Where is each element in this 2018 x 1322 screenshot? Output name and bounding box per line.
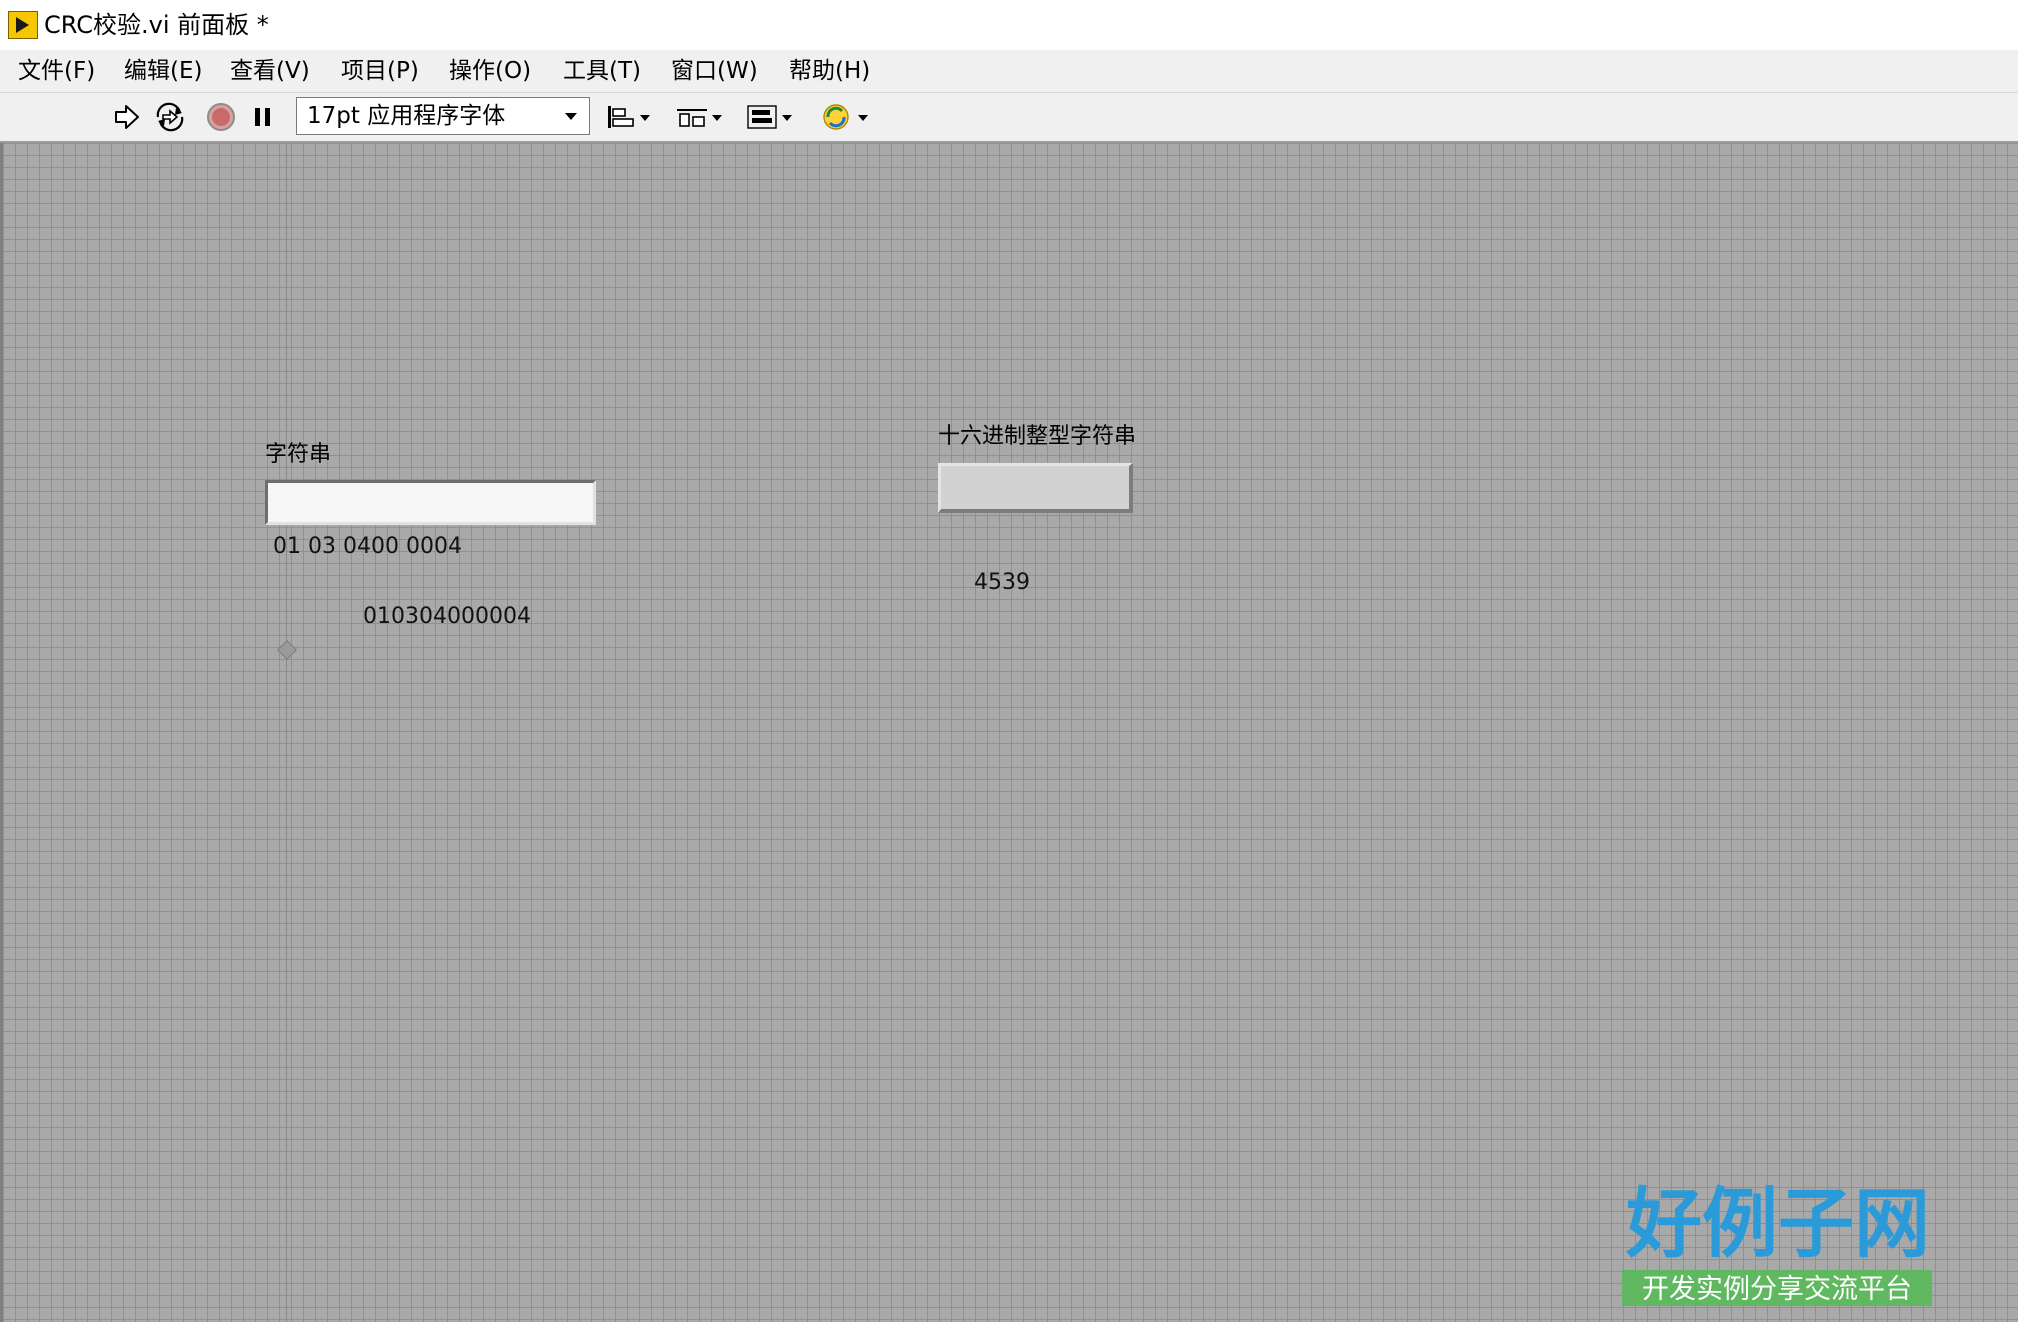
svg-text:好例子网: 好例子网	[1625, 1179, 1930, 1268]
menu-project[interactable]: 项目(P)	[341, 56, 419, 86]
reorder-icon[interactable]	[818, 101, 872, 133]
string-control-input[interactable]	[265, 480, 596, 525]
menu-window[interactable]: 窗口(W)	[671, 56, 758, 86]
menu-operate[interactable]: 操作(O)	[449, 56, 531, 86]
distribute-objects-icon[interactable]	[674, 101, 726, 133]
haolizi-watermark-logo: 好例子网 开发实例分享交流平台	[1608, 1178, 1958, 1308]
menu-file[interactable]: 文件(F)	[18, 56, 95, 86]
free-label: 4539	[974, 570, 1030, 595]
menu-tools[interactable]: 工具(T)	[563, 56, 641, 86]
labview-vi-icon	[8, 11, 38, 39]
title-bar: CRC校验.vi 前面板 *	[0, 0, 2018, 50]
free-label: 01 03 0400 0004	[273, 534, 462, 559]
free-label: 010304000004	[363, 604, 531, 629]
front-panel[interactable]: 字符串 01 03 0400 0004 010304000004 十六进制整型字…	[0, 143, 2018, 1322]
panel-origin-marker	[277, 640, 297, 660]
hex-string-indicator	[938, 463, 1133, 513]
menu-edit[interactable]: 编辑(E)	[124, 56, 202, 86]
abort-execution-icon[interactable]	[205, 101, 237, 133]
panel-origin-line	[286, 143, 287, 1322]
run-continuously-icon[interactable]	[152, 101, 188, 133]
chevron-down-icon	[565, 113, 577, 120]
svg-text:开发实例分享交流平台: 开发实例分享交流平台	[1642, 1274, 1912, 1305]
menu-bar: 文件(F) 编辑(E) 查看(V) 项目(P) 操作(O) 工具(T) 窗口(W…	[0, 50, 2018, 93]
toolbar: 17pt 应用程序字体	[0, 93, 2018, 143]
run-arrow-icon[interactable]	[112, 101, 142, 133]
window-title: CRC校验.vi 前面板 *	[44, 11, 269, 39]
menu-view[interactable]: 查看(V)	[230, 56, 310, 86]
align-objects-icon[interactable]	[604, 101, 654, 133]
font-select[interactable]: 17pt 应用程序字体	[296, 97, 590, 135]
hex-indicator-label: 十六进制整型字符串	[938, 424, 1137, 449]
resize-objects-icon[interactable]	[744, 101, 796, 133]
font-select-value: 17pt 应用程序字体	[307, 103, 506, 129]
menu-help[interactable]: 帮助(H)	[789, 56, 870, 86]
string-control-label: 字符串	[265, 442, 332, 467]
pause-icon[interactable]	[250, 101, 276, 133]
